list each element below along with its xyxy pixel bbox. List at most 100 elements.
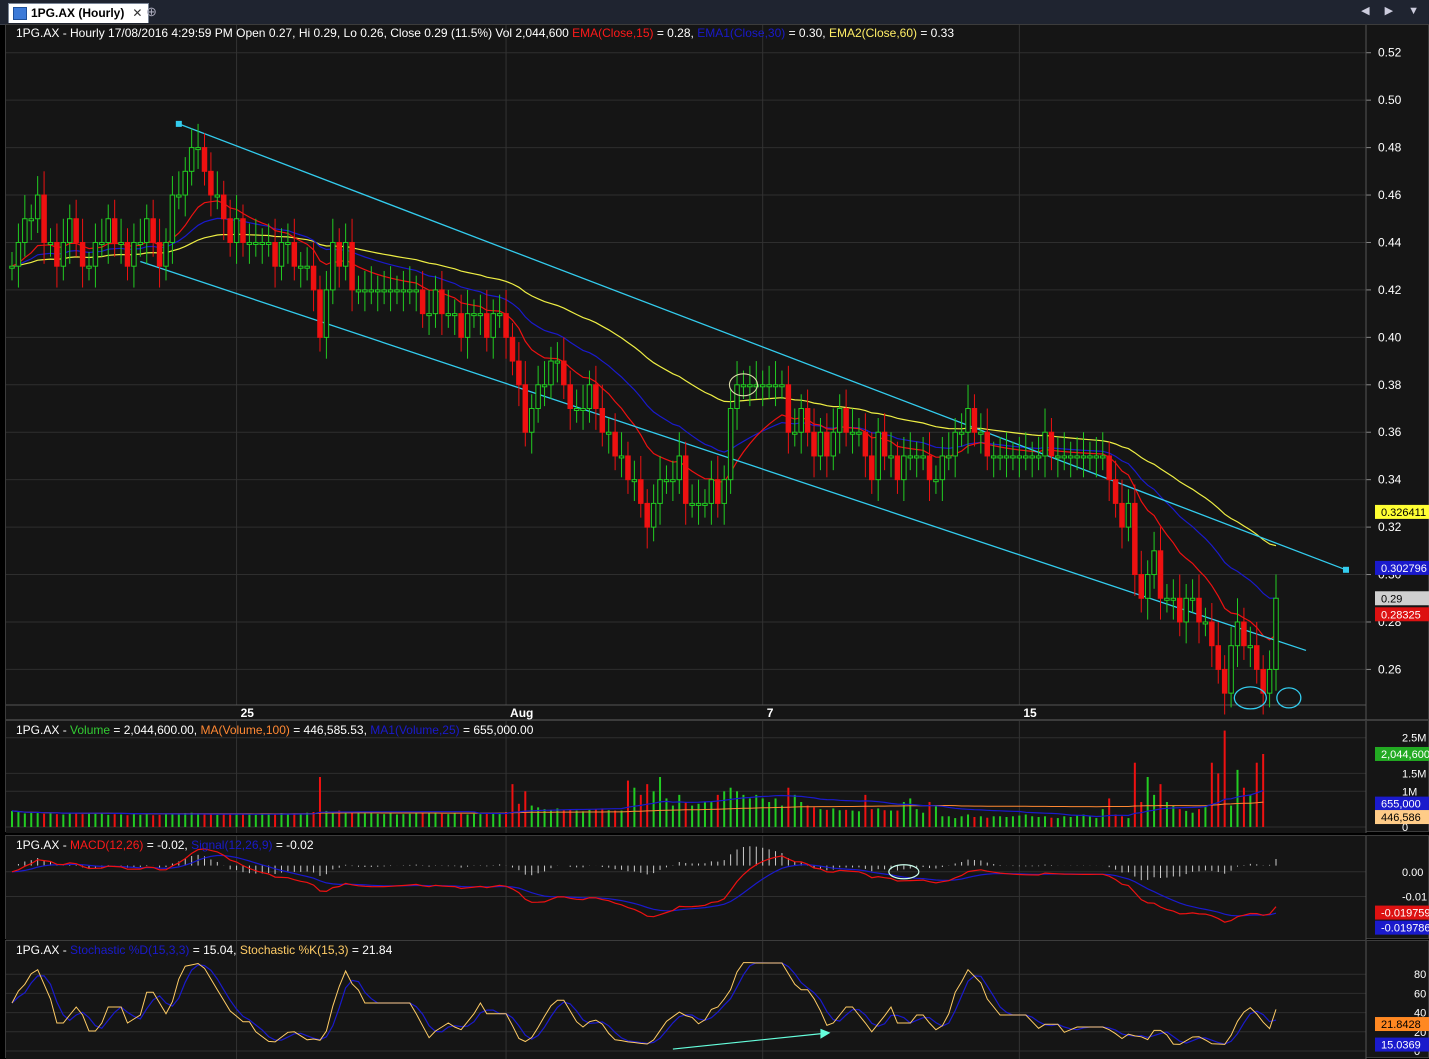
volume-bar	[703, 802, 706, 827]
candle-body	[368, 289, 375, 293]
volume-bar	[1236, 769, 1239, 827]
volume-bar	[780, 805, 783, 827]
macd-header: 1PG.AX - MACD(12,26) = -0.02, Signal(12,…	[16, 838, 314, 852]
candle-body	[407, 289, 413, 293]
ema15-value: = 0.28,	[653, 26, 694, 40]
volume-bar	[1018, 815, 1021, 827]
candle-body	[458, 313, 464, 338]
candle-body	[439, 289, 445, 315]
volume-pane[interactable]: 2.5M 1.5M 1M 0 2,044,600 655,000 446,586 1PG.A…	[5, 720, 1429, 833]
volume-label: Volume	[70, 723, 111, 737]
candle-body	[804, 408, 811, 433]
volume-y-tick-label: 1.5M	[1402, 768, 1426, 780]
candle-body	[682, 455, 689, 504]
volume-bar	[216, 814, 219, 827]
volume-bar	[896, 810, 899, 827]
volume-bar	[1050, 817, 1053, 827]
volume-bar	[517, 803, 520, 827]
price-pane[interactable]: 0.52 0.50 0.48 0.46 0.44 0.42 0.40 0.38 0.36 0.34…	[5, 24, 1429, 721]
candle-body	[86, 265, 92, 269]
ema30-badge: 0.302796	[1381, 563, 1427, 575]
volume-bar	[383, 814, 386, 827]
candle-body	[747, 384, 753, 388]
volume-bar	[197, 813, 200, 827]
candle-body	[1003, 455, 1010, 459]
candle-body	[265, 241, 272, 245]
volume-bar	[505, 812, 508, 827]
volume-bar	[652, 791, 655, 827]
tab-nav-arrows[interactable]: ◀ ▶ ▼	[1361, 4, 1425, 17]
candle-body	[965, 408, 971, 433]
candle-body	[73, 218, 79, 243]
volume-bar	[992, 816, 995, 827]
candle-body	[1023, 455, 1029, 459]
candle-body	[336, 241, 342, 267]
candle-body	[811, 431, 817, 457]
volume-bar	[120, 814, 123, 827]
volume-bar	[203, 814, 206, 827]
candle-body	[419, 289, 426, 315]
volume-bar	[1223, 730, 1226, 827]
volume-bar	[460, 813, 463, 827]
candle-body	[670, 479, 676, 483]
candle-body	[304, 265, 310, 269]
candle-body	[310, 265, 317, 291]
volume-bar	[107, 814, 110, 827]
candle-body	[792, 431, 798, 435]
candle-body	[978, 431, 984, 435]
candle-body	[471, 313, 477, 317]
candle-body	[650, 502, 657, 528]
volume-bar	[421, 813, 424, 827]
ma100-badge: 446,586	[1381, 812, 1421, 824]
volume-bar	[1198, 809, 1201, 827]
candle-body	[715, 479, 721, 504]
candle-body	[862, 431, 869, 457]
price-y-tick-label: 0.32	[1378, 520, 1402, 534]
candle-body	[1183, 597, 1189, 623]
volume-bar	[1185, 810, 1188, 827]
candle-body	[946, 455, 952, 459]
candle-body	[349, 241, 355, 291]
candle-body	[1138, 574, 1145, 599]
close-icon[interactable]: ✕	[132, 4, 142, 23]
candle-body	[1061, 455, 1068, 459]
candle-body	[657, 479, 663, 504]
candle-body	[913, 455, 920, 459]
price-y-tick-label: 0.34	[1378, 473, 1402, 487]
volume-bar	[68, 812, 71, 827]
candle-body	[971, 408, 978, 433]
candle-body	[285, 241, 291, 245]
volume-bar	[389, 813, 392, 827]
candle-body	[1164, 597, 1170, 601]
candle-body	[990, 455, 997, 459]
add-tab-icon[interactable]: ⊕	[146, 4, 157, 20]
volume-bar	[620, 810, 623, 827]
volume-bar	[395, 814, 398, 827]
stochastic-chart: 80604020021.842815.0369	[6, 941, 1429, 1059]
tab-title: 1PG.AX (Hourly)	[31, 6, 125, 20]
volume-bar	[857, 811, 860, 827]
stochastic-pane[interactable]: 80 60 40 20 0 21.8428 15.0369 1PG.AX - Stochas…	[5, 940, 1429, 1059]
volume-bar	[1114, 814, 1117, 827]
volume-bar	[877, 808, 880, 827]
candle-body	[612, 431, 618, 457]
macd-badge: -0.019759	[1381, 908, 1429, 920]
volume-bar	[742, 794, 745, 827]
volume-bar	[684, 802, 687, 827]
candle-body	[490, 313, 496, 338]
volume-bar	[11, 810, 13, 827]
stoch-y-tick-label: 60	[1414, 988, 1426, 1000]
stoch-plot-bg	[6, 941, 1366, 1059]
stoch-k-label: Stochastic %K(15,3)	[239, 943, 349, 957]
ma100-label: MA(Volume,100)	[200, 723, 290, 737]
volume-bar	[678, 794, 681, 827]
volume-bar	[87, 813, 90, 827]
candle-body	[836, 408, 843, 433]
volume-bar	[575, 810, 578, 827]
candle-body	[554, 360, 561, 364]
candle-body	[1087, 455, 1093, 459]
macd-pane[interactable]: 0.00 -0.01 -0.019759 -0.019786 1PG.AX - MAC…	[5, 835, 1429, 940]
candle-body	[496, 313, 503, 317]
volume-bar	[248, 814, 251, 827]
tab-chart-1pg[interactable]: 1PG.AX (Hourly) ✕	[8, 3, 150, 23]
